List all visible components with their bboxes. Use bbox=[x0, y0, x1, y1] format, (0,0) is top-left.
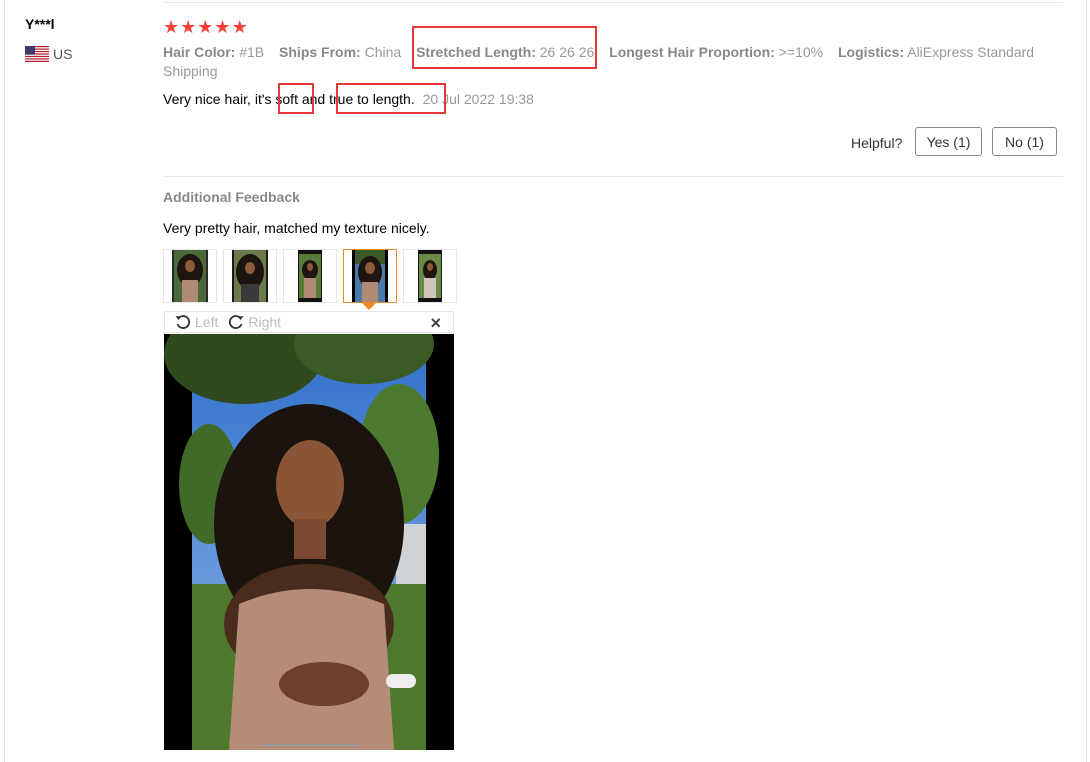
attr-hair-color: Hair Color: #1B bbox=[163, 44, 265, 60]
frame-left-border bbox=[4, 0, 5, 762]
active-thumb-pointer-icon bbox=[362, 303, 376, 310]
star-icon: ★ bbox=[180, 17, 197, 37]
star-icon: ★ bbox=[163, 17, 180, 37]
attr-ships-from: Ships From: China bbox=[279, 44, 402, 60]
star-icon: ★ bbox=[231, 17, 248, 37]
star-icon: ★ bbox=[214, 17, 231, 37]
attr-longest-hair: Longest Hair Proportion: >=10% bbox=[609, 44, 824, 60]
star-icon: ★ bbox=[197, 17, 214, 37]
photo-thumbnail-image bbox=[172, 250, 208, 302]
rotate-right-icon bbox=[229, 315, 244, 329]
top-divider bbox=[163, 2, 1063, 3]
reviewer-name: Y***l bbox=[25, 16, 55, 32]
reviewer-country: US bbox=[25, 46, 72, 62]
highlight-soft bbox=[278, 83, 314, 114]
highlight-stretched-length bbox=[412, 26, 597, 69]
highlight-true-to-length bbox=[336, 83, 446, 114]
us-flag-icon bbox=[25, 46, 49, 62]
photo-thumbnail[interactable] bbox=[403, 249, 457, 303]
photo-thumbnail[interactable] bbox=[283, 249, 337, 303]
photo-viewer bbox=[164, 334, 454, 750]
viewer-toolbar: Left Right × bbox=[164, 311, 454, 333]
section-divider bbox=[163, 176, 1063, 177]
helpful-yes-button[interactable]: Yes (1) bbox=[915, 127, 982, 156]
star-rating: ★ ★ ★ ★ ★ bbox=[163, 18, 248, 36]
helpful-no-button[interactable]: No (1) bbox=[992, 127, 1057, 156]
photo-thumbnails bbox=[163, 249, 457, 303]
additional-feedback-text: Very pretty hair, matched my texture nic… bbox=[163, 220, 430, 236]
photo-thumbnail-image bbox=[418, 250, 442, 302]
helpful-label: Helpful? bbox=[851, 135, 903, 151]
country-code: US bbox=[53, 46, 73, 62]
photo-thumbnail-image bbox=[298, 250, 322, 302]
photo-thumbnail[interactable] bbox=[163, 249, 217, 303]
frame-right-border bbox=[1086, 0, 1087, 762]
close-icon[interactable]: × bbox=[430, 313, 441, 334]
photo-thumbnail-active[interactable] bbox=[343, 249, 397, 303]
rotate-left-button[interactable]: Left bbox=[174, 313, 218, 331]
photo-thumbnail-image bbox=[232, 250, 268, 302]
photo-thumbnail[interactable] bbox=[223, 249, 277, 303]
rotate-left-icon bbox=[175, 315, 191, 329]
photo-thumbnail-image bbox=[352, 250, 388, 302]
additional-feedback-title: Additional Feedback bbox=[163, 189, 300, 205]
product-attributes: Hair Color: #1B Ships From: China Stretc… bbox=[163, 43, 1053, 81]
rotate-right-button[interactable]: Right bbox=[227, 313, 281, 331]
review-photo bbox=[164, 334, 454, 750]
